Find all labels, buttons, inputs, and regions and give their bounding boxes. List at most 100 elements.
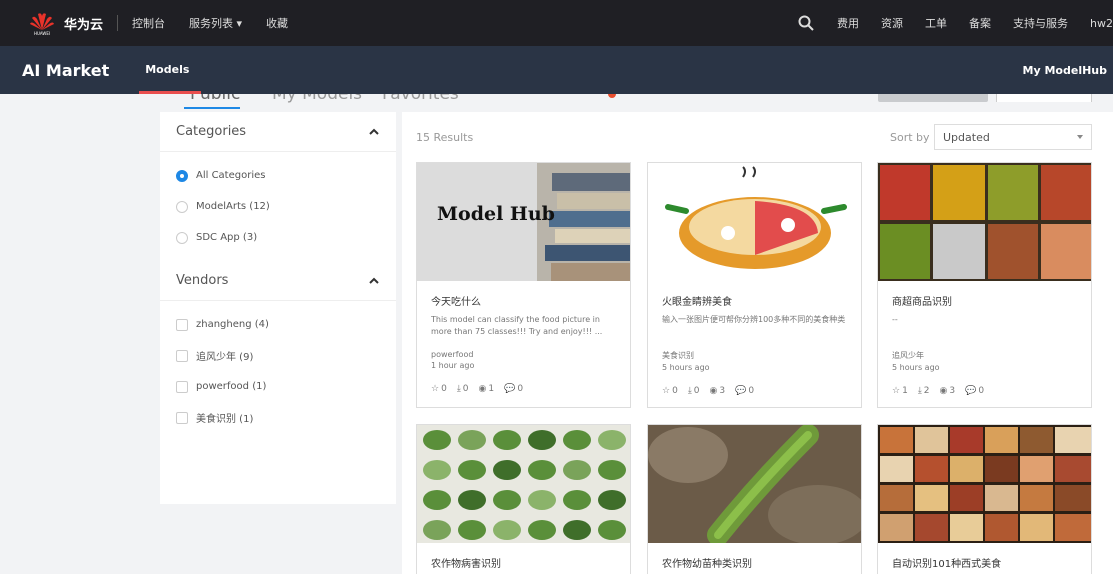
nav-filing[interactable]: 备案 bbox=[969, 15, 991, 31]
download-count: 0 bbox=[693, 386, 700, 396]
huawei-logo-icon[interactable]: HUAWEI bbox=[28, 8, 58, 38]
model-stats: ☆ 1 ⤓ 2 ◉ 3 💬 0 bbox=[892, 386, 1077, 396]
tab-models[interactable]: Models bbox=[139, 46, 202, 94]
option-label: 美食识别 (1) bbox=[196, 414, 254, 425]
nav-support[interactable]: 支持与服务 bbox=[1013, 15, 1068, 31]
tab-public[interactable]: Public bbox=[190, 94, 240, 104]
model-card[interactable]: 农作物病害识别 bbox=[416, 424, 631, 574]
model-name[interactable]: 今天吃什么 bbox=[431, 293, 616, 308]
results-panel: 15 Results Sort by Updated Model Hub 今天吃… bbox=[402, 112, 1113, 574]
vendor-meishi[interactable]: 美食识别 (1) bbox=[160, 402, 396, 433]
my-modelhub-link[interactable]: My ModelHub bbox=[1023, 64, 1107, 77]
comment-count: 0 bbox=[748, 386, 755, 396]
model-thumbnail[interactable] bbox=[417, 425, 630, 543]
comment-icon[interactable]: 💬 bbox=[965, 386, 976, 396]
nav-service-list[interactable]: 服务列表 ▾ bbox=[189, 15, 242, 31]
model-card[interactable]: Model Hub 今天吃什么 This model can classify … bbox=[416, 162, 631, 408]
model-updated: 5 hours ago bbox=[662, 363, 710, 372]
model-thumbnail[interactable]: Model Hub bbox=[417, 163, 630, 281]
model-tabs: Public My Models Favorites bbox=[160, 94, 1113, 110]
model-name[interactable]: 火眼金睛辨美食 bbox=[662, 293, 847, 308]
model-vendor[interactable]: 追风少年 bbox=[892, 350, 1077, 361]
eye-icon: ◉ bbox=[709, 386, 718, 396]
model-card[interactable]: 农作物幼苗种类识别 bbox=[647, 424, 862, 574]
tab-favorites[interactable]: Favorites bbox=[382, 94, 459, 104]
action-button[interactable] bbox=[878, 94, 988, 102]
view-count: 1 bbox=[488, 384, 495, 394]
radio[interactable] bbox=[176, 231, 188, 244]
market-header: AI Market Models My ModelHub bbox=[0, 46, 1113, 94]
download-icon[interactable]: ⤓ bbox=[457, 384, 461, 394]
radio-selected[interactable] bbox=[176, 169, 188, 182]
comment-icon[interactable]: 💬 bbox=[504, 384, 515, 394]
radio[interactable] bbox=[176, 200, 188, 213]
nav-console[interactable]: 控制台 bbox=[132, 15, 165, 31]
vendors-header[interactable]: Vendors bbox=[160, 261, 396, 301]
search-icon[interactable] bbox=[797, 14, 815, 32]
option-label: All Categories bbox=[196, 170, 266, 181]
model-thumbnail[interactable] bbox=[648, 425, 861, 543]
results-count: 15 Results bbox=[416, 131, 474, 144]
model-name[interactable]: 农作物幼苗种类识别 bbox=[662, 555, 847, 570]
model-card[interactable]: 商超商品识别 -- 追风少年 5 hours ago ☆ 1 ⤓ 2 ◉ 3 💬 0 bbox=[877, 162, 1092, 408]
view-count: 3 bbox=[949, 386, 956, 396]
model-thumbnail[interactable] bbox=[648, 163, 861, 281]
star-count: 1 bbox=[902, 386, 908, 396]
thumbnail-caption: Model Hub bbox=[437, 203, 555, 225]
vendor-zhuifeng[interactable]: 追风少年 (9) bbox=[160, 340, 396, 371]
model-card[interactable]: 火眼金睛辨美食 输入一张图片便可帮你分辨100多种不同的美食种类 美食识别 5 … bbox=[647, 162, 862, 408]
model-thumbnail[interactable] bbox=[878, 163, 1091, 281]
star-icon[interactable]: ☆ bbox=[892, 386, 900, 396]
download-count: 2 bbox=[923, 386, 930, 396]
vendor-zhangheng[interactable]: zhangheng (4) bbox=[160, 309, 396, 340]
top-navbar: HUAWEI 华为云 控制台 服务列表 ▾ 收藏 费用 资源 工单 备案 支持与… bbox=[0, 0, 1113, 46]
checkbox[interactable] bbox=[176, 349, 188, 362]
filter-sidebar: Categories All Categories ModelArts (12)… bbox=[160, 112, 396, 504]
chevron-up-icon[interactable] bbox=[368, 275, 380, 287]
vendor-powerfood[interactable]: powerfood (1) bbox=[160, 371, 396, 402]
brand-name[interactable]: 华为云 bbox=[64, 14, 103, 33]
nav-tickets[interactable]: 工单 bbox=[925, 15, 947, 31]
download-icon[interactable]: ⤓ bbox=[918, 386, 922, 396]
comment-count: 0 bbox=[978, 386, 985, 396]
download-count: 0 bbox=[462, 384, 469, 394]
model-updated: 1 hour ago bbox=[431, 361, 475, 370]
chevron-down-icon bbox=[1077, 135, 1083, 139]
checkbox[interactable] bbox=[176, 411, 188, 424]
model-description: -- bbox=[892, 315, 898, 324]
star-count: 0 bbox=[441, 384, 447, 394]
tab-my-models[interactable]: My Models bbox=[272, 94, 362, 104]
nav-billing[interactable]: 费用 bbox=[837, 15, 859, 31]
sort-select[interactable]: Updated bbox=[934, 124, 1092, 150]
star-icon[interactable]: ☆ bbox=[431, 384, 439, 394]
model-vendor[interactable]: 美食识别 bbox=[662, 350, 847, 361]
option-label: SDC App (3) bbox=[196, 232, 258, 243]
active-tab-indicator bbox=[184, 107, 240, 109]
checkbox[interactable] bbox=[176, 380, 188, 393]
checkbox[interactable] bbox=[176, 318, 188, 331]
nav-favorites[interactable]: 收藏 bbox=[266, 15, 288, 31]
model-thumbnail[interactable] bbox=[878, 425, 1091, 543]
eye-icon: ◉ bbox=[939, 386, 948, 396]
model-name[interactable]: 自动识别101种西式美食 bbox=[892, 555, 1077, 570]
sort-label: Sort by bbox=[890, 131, 930, 144]
nav-resources[interactable]: 资源 bbox=[881, 15, 903, 31]
star-icon[interactable]: ☆ bbox=[662, 386, 670, 396]
chevron-up-icon[interactable] bbox=[368, 126, 380, 138]
download-icon[interactable]: ⤓ bbox=[688, 386, 692, 396]
eye-icon: ◉ bbox=[478, 384, 487, 394]
option-label: 追风少年 (9) bbox=[196, 352, 254, 363]
category-modelarts[interactable]: ModelArts (12) bbox=[160, 191, 396, 222]
category-sdc-app[interactable]: SDC App (3) bbox=[160, 222, 396, 253]
divider bbox=[117, 15, 119, 31]
categories-header[interactable]: Categories bbox=[160, 112, 396, 152]
model-name[interactable]: 商超商品识别 bbox=[892, 293, 1077, 308]
model-card[interactable]: 自动识别101种西式美食 bbox=[877, 424, 1092, 574]
category-all[interactable]: All Categories bbox=[160, 160, 396, 191]
user-account[interactable]: hw2 bbox=[1090, 17, 1113, 30]
model-vendor[interactable]: powerfood bbox=[431, 350, 616, 359]
comment-icon[interactable]: 💬 bbox=[735, 386, 746, 396]
model-name[interactable]: 农作物病害识别 bbox=[431, 555, 616, 570]
search-input[interactable] bbox=[996, 94, 1092, 102]
page-title[interactable]: AI Market bbox=[22, 61, 109, 80]
